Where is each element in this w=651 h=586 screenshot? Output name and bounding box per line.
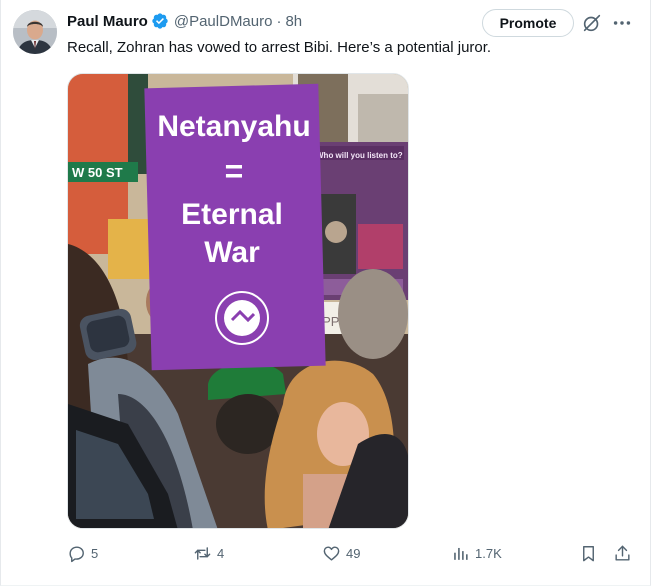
protest-photo: W 50 ST Who will you listen to? OPPRES	[68, 74, 408, 528]
views-button[interactable]: 1.7K	[451, 540, 502, 566]
share-button[interactable]	[613, 540, 632, 566]
reply-button[interactable]: 5	[67, 540, 98, 566]
promote-button[interactable]: Promote	[482, 9, 574, 37]
avatar[interactable]	[13, 10, 57, 54]
sign-line-2: =	[225, 153, 244, 189]
bookmark-icon	[583, 545, 594, 561]
tweet-card[interactable]: Paul Mauro @PaulDMauro · 8h Promote Reca…	[0, 0, 651, 586]
author-handle[interactable]: @PaulDMauro	[174, 13, 273, 30]
like-icon	[323, 545, 340, 561]
sign-line-1: Netanyahu	[157, 110, 310, 143]
sign-line-3: Eternal	[181, 198, 283, 231]
street-sign-text: W 50 ST	[72, 165, 123, 180]
views-icon	[454, 547, 468, 560]
like-count: 49	[346, 545, 361, 561]
tweet-header: Paul Mauro @PaulDMauro · 8h	[67, 10, 302, 32]
reply-icon	[69, 545, 84, 562]
share-icon	[615, 545, 630, 561]
verified-badge-icon	[152, 13, 168, 29]
tweet-photo[interactable]: W 50 ST Who will you listen to? OPPRES	[67, 73, 409, 529]
more-icon[interactable]	[611, 12, 633, 34]
repost-button[interactable]: 4	[193, 540, 224, 566]
grok-icon[interactable]	[581, 12, 603, 34]
sign-line-4: War	[204, 236, 260, 269]
reply-count: 5	[91, 545, 99, 561]
tweet-text: Recall, Zohran has vowed to arrest Bibi.…	[67, 39, 492, 56]
right-sign-heading: Who will you listen to?	[316, 151, 403, 160]
bookmark-button[interactable]	[579, 540, 598, 566]
timestamp[interactable]: 8h	[285, 13, 302, 30]
like-button[interactable]: 49	[322, 540, 360, 566]
author-name[interactable]: Paul Mauro	[67, 13, 148, 30]
repost-icon	[194, 546, 211, 560]
separator-dot: ·	[276, 12, 282, 30]
main-sign: Netanyahu = Eternal War	[144, 83, 326, 371]
repost-count: 4	[217, 545, 225, 561]
views-count: 1.7K	[475, 545, 502, 561]
tweet-actions: 5 4 49 1.7K	[67, 540, 637, 566]
